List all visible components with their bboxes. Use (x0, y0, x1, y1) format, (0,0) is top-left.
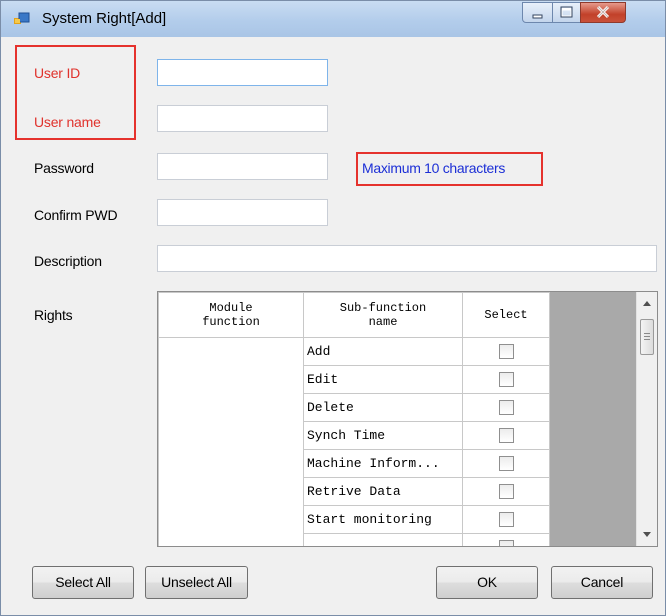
select-checkbox[interactable] (498, 428, 514, 444)
description-input[interactable] (157, 245, 657, 272)
unselect-all-button[interactable]: Unselect All (145, 566, 248, 599)
cancel-button[interactable]: Cancel (551, 566, 653, 599)
select-checkbox[interactable] (498, 372, 514, 388)
user-id-input[interactable] (157, 59, 328, 86)
select-cell (462, 421, 550, 450)
sub-function-cell[interactable]: Add (303, 337, 463, 366)
sub-function-cell[interactable]: Edit (303, 365, 463, 394)
column-header-sub-function-name[interactable]: Sub-function name (303, 292, 463, 338)
password-hint: Maximum 10 characters (362, 160, 506, 176)
rights-table: Module function Sub-function name Select… (158, 292, 550, 546)
description-label: Description (34, 253, 102, 269)
table-row: Add (158, 337, 550, 546)
system-right-add-dialog: System Right[Add] User ID User name Pass… (0, 0, 666, 616)
rights-header-row: Module function Sub-function name Select (158, 292, 550, 338)
user-name-input[interactable] (157, 105, 328, 132)
select-cell (462, 477, 550, 506)
app-icon (14, 12, 30, 24)
minimize-button[interactable] (522, 2, 553, 23)
select-checkbox[interactable] (498, 540, 514, 546)
sub-function-cell[interactable] (303, 533, 463, 546)
scrollbar-thumb[interactable] (640, 319, 654, 355)
sub-function-cell[interactable]: Machine Inform... (303, 449, 463, 478)
select-cell (462, 505, 550, 534)
select-checkbox[interactable] (498, 344, 514, 360)
select-all-button[interactable]: Select All (32, 566, 134, 599)
rights-grid[interactable]: Module function Sub-function name Select… (157, 291, 658, 547)
minimize-icon (532, 14, 543, 19)
ok-button[interactable]: OK (436, 566, 538, 599)
rights-label: Rights (34, 307, 73, 323)
select-cell (462, 337, 550, 366)
select-cell (462, 365, 550, 394)
select-checkbox[interactable] (498, 400, 514, 416)
column-header-module-function[interactable]: Module function (158, 292, 304, 338)
sub-function-cell[interactable]: Retrive Data (303, 477, 463, 506)
title-bar[interactable]: System Right[Add] (1, 1, 665, 37)
user-id-label: User ID (34, 65, 81, 81)
sub-function-cell[interactable]: Delete (303, 393, 463, 422)
password-label: Password (34, 160, 94, 176)
column-header-select[interactable]: Select (462, 292, 550, 338)
maximize-button[interactable] (552, 2, 581, 23)
close-icon (596, 5, 610, 19)
scroll-down-icon[interactable] (637, 524, 657, 544)
select-cell (462, 449, 550, 478)
select-checkbox[interactable] (498, 484, 514, 500)
scroll-up-icon[interactable] (637, 294, 657, 314)
user-name-label: User name (34, 114, 101, 130)
sub-function-cell[interactable]: Synch Time (303, 421, 463, 450)
password-input[interactable] (157, 153, 328, 180)
select-cell (462, 393, 550, 422)
window-title: System Right[Add] (42, 10, 167, 27)
rights-grid-vertical-scrollbar[interactable] (636, 292, 657, 546)
select-cell (462, 533, 550, 546)
select-checkbox[interactable] (498, 456, 514, 472)
maximize-icon (560, 6, 573, 18)
module-function-cell[interactable] (158, 337, 304, 546)
close-button[interactable] (580, 2, 626, 23)
select-checkbox[interactable] (498, 512, 514, 528)
sub-function-cell[interactable]: Start monitoring (303, 505, 463, 534)
confirm-pwd-label: Confirm PWD (34, 207, 118, 223)
confirm-pwd-input[interactable] (157, 199, 328, 226)
